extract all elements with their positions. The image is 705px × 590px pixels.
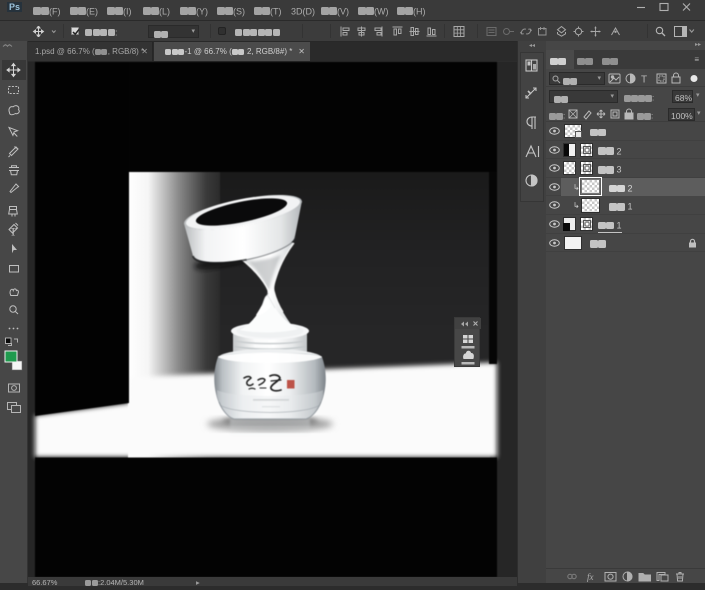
svg-text:T: T — [10, 225, 18, 239]
svg-text:T: T — [641, 75, 647, 86]
svg-text:fx: fx — [587, 572, 594, 582]
